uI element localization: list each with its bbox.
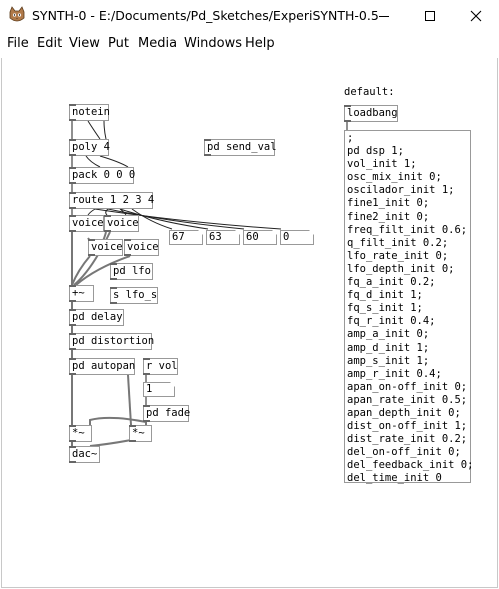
voice-object-1[interactable]: voice — [69, 215, 104, 232]
close-button[interactable] — [453, 0, 499, 31]
minimize-button[interactable] — [361, 0, 407, 31]
number-box-note[interactable]: 60 — [243, 230, 277, 245]
poly-object[interactable]: poly 4 — [69, 139, 110, 156]
menu-file[interactable]: File — [7, 36, 29, 51]
message-line: amp_r_init 0.4; — [347, 367, 442, 380]
menu-view[interactable]: View — [69, 36, 100, 51]
number-box-note[interactable]: 63 — [206, 230, 240, 245]
notein-object[interactable]: notein — [69, 104, 110, 121]
message-line: fine1_init 0; — [347, 197, 430, 210]
pd-autopan-subpatch[interactable]: pd autopan — [69, 358, 135, 375]
message-line: apan_on-off_init 0; — [347, 380, 468, 393]
receive-vol-object[interactable]: r vol — [143, 358, 178, 375]
message-line: q_filt_init 0.2; — [347, 236, 449, 249]
message-line: vol_init 1; — [347, 158, 417, 171]
message-line: amp_s_init 1; — [347, 354, 430, 367]
message-line: lfo_depth_init 0; — [347, 262, 455, 275]
number-box-volume[interactable]: 1 — [143, 382, 175, 397]
pd-app-icon — [9, 6, 25, 22]
voice-object-3[interactable]: voice — [88, 239, 123, 256]
title-bar: SYNTH-0 - E:/Documents/Pd_Sketches/Exper… — [0, 0, 499, 31]
pack-object[interactable]: pack 0 0 0 — [69, 167, 135, 184]
menu-bar: File Edit View Put Media Windows Help — [0, 31, 499, 57]
message-line: fq_r_init 0.4; — [347, 315, 436, 328]
signal-add-object[interactable]: +~ — [69, 285, 94, 302]
message-line: osc_mix_init 0; — [347, 171, 442, 184]
loadbang-object[interactable]: loadbang — [344, 105, 398, 122]
message-line: lfo_rate_init 0; — [347, 249, 449, 262]
menu-help[interactable]: Help — [245, 36, 275, 51]
number-box-note[interactable]: 67 — [169, 230, 203, 245]
minimize-icon — [379, 15, 389, 17]
message-line: pd dsp 1; — [347, 145, 404, 158]
message-line: amp_a_init 0; — [347, 328, 430, 341]
pd-send-val-subpatch[interactable]: pd send_val — [204, 139, 277, 156]
pd-delay-subpatch[interactable]: pd delay — [69, 309, 124, 326]
close-icon — [470, 10, 482, 21]
message-line: oscilador_init 1; — [347, 184, 455, 197]
default-comment: default: — [344, 86, 395, 98]
pd-fade-subpatch[interactable]: pd fade — [143, 405, 190, 422]
defaults-message-box[interactable]: ; pd dsp 1; vol_init 1; osc_mix_init 0; osci… — [344, 130, 474, 485]
pd-distortion-subpatch[interactable]: pd distortion — [69, 333, 154, 350]
message-line: del_feedback_init 0; — [347, 459, 474, 472]
signal-multiply-left[interactable]: *~ — [69, 425, 92, 442]
pd-lfo-subpatch[interactable]: pd lfo — [110, 263, 153, 280]
route-object[interactable]: route 1 2 3 4 — [69, 192, 154, 209]
voice-object-2[interactable]: voice — [104, 215, 139, 232]
message-line: fq_s_init 1; — [347, 302, 423, 315]
message-line: apan_depth_init 0; — [347, 406, 461, 419]
menu-windows[interactable]: Windows — [184, 36, 242, 51]
maximize-icon — [425, 10, 435, 21]
message-line: apan_rate_init 0.5; — [347, 393, 468, 406]
message-line: fine2_init 0; — [347, 210, 430, 223]
message-line: dist_rate_init 0.2; — [347, 433, 468, 446]
message-line: freq_filt_init 0.6; — [347, 223, 468, 236]
message-line: fq_a_init 0.2; — [347, 276, 436, 289]
message-line: ; — [347, 132, 354, 144]
message-line: dist_on-off_init 1; — [347, 420, 468, 433]
number-box-note[interactable]: 0 — [280, 230, 314, 245]
menu-edit[interactable]: Edit — [37, 36, 62, 51]
voice-object-4[interactable]: voice — [124, 239, 159, 256]
message-line: amp_d_init 1; — [347, 341, 430, 354]
message-line: del_time_init 0 — [347, 472, 442, 485]
dac-object[interactable]: dac~ — [69, 446, 100, 463]
signal-multiply-right[interactable]: *~ — [129, 425, 152, 442]
window-title: SYNTH-0 - E:/Documents/Pd_Sketches/Exper… — [32, 8, 379, 23]
message-line: fq_d_init 1; — [347, 289, 423, 302]
message-line: del_on-off_init 0; — [347, 446, 461, 459]
menu-put[interactable]: Put — [108, 36, 129, 51]
menu-media[interactable]: Media — [138, 36, 177, 51]
maximize-button[interactable] — [407, 0, 453, 31]
send-lfo-object[interactable]: s lfo_s — [110, 287, 158, 304]
